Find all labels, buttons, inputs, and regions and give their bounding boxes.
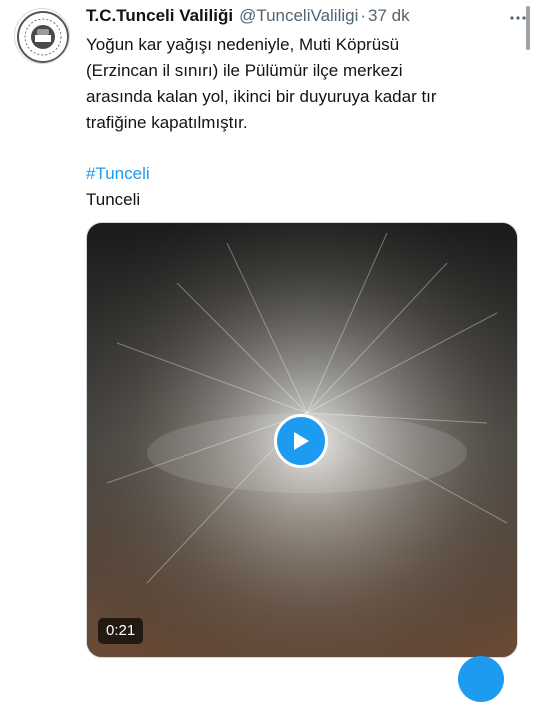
avatar[interactable] <box>14 8 70 64</box>
tweet-text: Yoğun kar yağışı nedeniyle, Muti Köprüsü… <box>86 35 437 132</box>
video-duration: 0:21 <box>98 618 144 644</box>
tweet-timestamp[interactable]: 37 dk <box>368 6 410 26</box>
play-icon <box>294 432 309 450</box>
tweet-header: T.C.Tunceli Valiliği @TunceliValiligi · … <box>86 6 510 28</box>
author-name[interactable]: T.C.Tunceli Valiliği <box>86 6 233 26</box>
seal-logo <box>17 11 69 63</box>
location-label: Tunceli <box>86 190 141 209</box>
more-icon[interactable] <box>510 10 526 26</box>
separator-dot: · <box>360 6 367 25</box>
author-handle[interactable]: @TunceliValiligi <box>239 6 358 26</box>
scrollbar[interactable] <box>526 6 530 50</box>
hashtag-link[interactable]: #Tunceli <box>86 162 150 186</box>
play-button[interactable] <box>274 414 328 468</box>
